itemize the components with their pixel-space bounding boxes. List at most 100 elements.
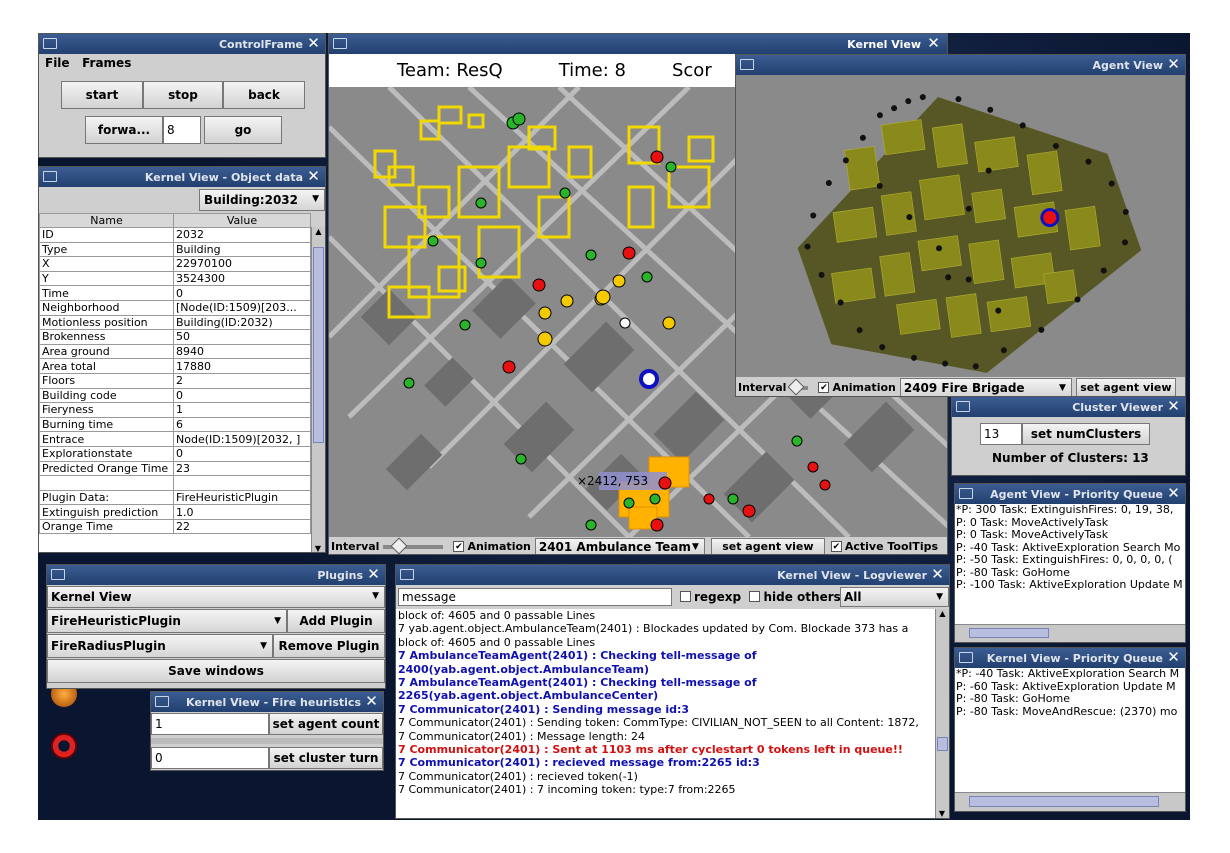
- window-menu-icon[interactable]: [959, 652, 973, 663]
- agent-priority-list[interactable]: *P: 300 Task: ExtinguishFires: 0, 19, 38…: [955, 504, 1185, 624]
- table-row[interactable]: Area total 17880: [39, 358, 311, 374]
- add-plugin-button[interactable]: Add Plugin: [287, 609, 385, 633]
- logviewer-titlebar[interactable]: Kernel View - Logviewer ✕: [396, 565, 949, 585]
- list-item[interactable]: P: 0 Task: MoveActivelyTask: [956, 528, 1185, 542]
- list-item[interactable]: P: -100 Task: AktiveExploration Update M: [956, 578, 1185, 592]
- log-scrollbar[interactable]: ▲ ▼: [935, 609, 949, 818]
- agent-priority-queue-titlebar[interactable]: Agent View - Priority Queue ✕: [955, 484, 1185, 504]
- window-menu-icon[interactable]: [956, 401, 970, 412]
- set-agent-view-button[interactable]: set agent view: [710, 537, 825, 554]
- slider-thumb-icon[interactable]: [787, 378, 805, 395]
- agent-count-input[interactable]: 1: [151, 713, 269, 735]
- table-row[interactable]: Plugin Data: FireHeuristicPlugin: [39, 489, 311, 506]
- plugin-view-select[interactable]: Kernel View ▼: [47, 586, 385, 608]
- window-menu-icon[interactable]: [400, 569, 414, 580]
- col-value-header[interactable]: Value: [173, 213, 311, 228]
- object-select[interactable]: Building:2032 ▼: [199, 189, 325, 211]
- hide-others-checkbox[interactable]: [749, 591, 761, 602]
- table-row[interactable]: Building code 0: [39, 387, 311, 404]
- set-cluster-turn-button[interactable]: set cluster turn: [269, 747, 383, 769]
- scroll-up-icon[interactable]: ▲: [936, 609, 949, 618]
- cluster-viewer-titlebar[interactable]: Cluster Viewer ✕: [952, 397, 1185, 417]
- log-level-select[interactable]: All ▼: [840, 587, 949, 607]
- horizontal-scrollbar[interactable]: [955, 624, 1185, 642]
- list-item[interactable]: *P: -40 Task: AktiveExploration Search M: [956, 668, 1185, 681]
- object-data-titlebar[interactable]: Kernel View - Object data ✕: [39, 167, 325, 187]
- table-row[interactable]: Type Building: [39, 241, 311, 258]
- kernel-view-titlebar[interactable]: Kernel View ✕: [329, 34, 947, 54]
- plugin-add-select[interactable]: FireHeuristicPlugin ▼: [47, 609, 287, 633]
- kernel-priority-list[interactable]: *P: -40 Task: AktiveExploration Search M…: [955, 668, 1185, 792]
- plugin-remove-select[interactable]: FireRadiusPlugin ▼: [47, 634, 273, 658]
- table-row[interactable]: Explorationstate 0: [39, 445, 311, 462]
- table-row[interactable]: Y 3524300: [39, 270, 311, 287]
- animation-checkbox[interactable]: ✔: [453, 541, 465, 552]
- log-filter-input[interactable]: message: [398, 588, 672, 606]
- opera-app-icon[interactable]: [51, 733, 77, 759]
- close-icon[interactable]: ✕: [305, 168, 322, 185]
- table-row[interactable]: Time 0: [39, 285, 311, 301]
- window-menu-icon[interactable]: [333, 38, 347, 49]
- log-output[interactable]: block of: 4605 and 0 passable Lines 7 yab…: [396, 609, 935, 818]
- close-icon[interactable]: ✕: [1165, 649, 1182, 666]
- col-name-header[interactable]: Name: [39, 213, 174, 228]
- table-row[interactable]: Extinguish prediction 1.0: [39, 504, 311, 520]
- close-icon[interactable]: ✕: [1165, 398, 1182, 415]
- list-item[interactable]: P: -80 Task: GoHome: [956, 692, 1185, 706]
- table-row[interactable]: [39, 475, 311, 491]
- table-row[interactable]: Motionless position Building(ID:2032): [39, 314, 311, 331]
- fire-heuristics-titlebar[interactable]: Kernel View - Fire heuristics ✕: [151, 692, 383, 712]
- forward-button[interactable]: forwa...: [85, 116, 163, 144]
- close-icon[interactable]: ✕: [365, 566, 382, 583]
- window-menu-icon[interactable]: [51, 569, 65, 580]
- num-clusters-input[interactable]: 13: [980, 423, 1022, 445]
- save-windows-button[interactable]: Save windows: [47, 659, 385, 683]
- interval-slider[interactable]: [787, 378, 809, 395]
- scroll-down-icon[interactable]: ▼: [936, 809, 948, 818]
- remove-plugin-button[interactable]: Remove Plugin: [273, 634, 385, 658]
- list-item[interactable]: *P: 300 Task: ExtinguishFires: 0, 19, 38…: [956, 504, 1185, 517]
- horizontal-scrollbar[interactable]: [955, 792, 1185, 811]
- set-agent-count-button[interactable]: set agent count: [269, 713, 383, 735]
- stop-button[interactable]: stop: [143, 81, 223, 109]
- animation-checkbox[interactable]: ✔: [818, 382, 830, 393]
- agent-select[interactable]: 2409 Fire Brigade ▼: [899, 378, 1072, 396]
- table-row[interactable]: ID 2032: [39, 227, 311, 243]
- table-row[interactable]: Neighborhood [Node(ID:1509)[203...: [39, 299, 311, 316]
- table-row[interactable]: Burning time 6: [39, 416, 311, 433]
- slider-thumb-icon[interactable]: [390, 537, 408, 554]
- list-item[interactable]: P: -50 Task: ExtinguishFires: 0, 0, 0, 0…: [956, 553, 1185, 567]
- scroll-thumb[interactable]: [937, 737, 948, 751]
- close-icon[interactable]: ✕: [925, 35, 942, 52]
- window-menu-icon[interactable]: [43, 38, 57, 49]
- active-tooltips-checkbox[interactable]: ✔: [830, 541, 842, 552]
- agent-view-titlebar[interactable]: Agent View ✕: [736, 55, 1185, 75]
- close-icon[interactable]: ✕: [1165, 56, 1182, 73]
- window-menu-icon[interactable]: [43, 171, 57, 182]
- menu-file[interactable]: File: [45, 56, 70, 70]
- menu-frames[interactable]: Frames: [82, 56, 131, 70]
- close-icon[interactable]: ✕: [305, 35, 322, 52]
- set-num-clusters-button[interactable]: set numClusters: [1022, 423, 1150, 445]
- table-row[interactable]: Entrace Node(ID:1509)[2032, ]: [39, 431, 311, 447]
- scroll-thumb[interactable]: [313, 247, 324, 443]
- close-icon[interactable]: ✕: [1165, 485, 1182, 502]
- step-input[interactable]: 8: [163, 116, 201, 144]
- list-item[interactable]: P: -80 Task: MoveAndRescue: (2370) mo: [956, 705, 1185, 719]
- cluster-turn-input[interactable]: 0: [151, 747, 269, 769]
- interval-slider[interactable]: [383, 537, 444, 554]
- scroll-thumb[interactable]: [969, 628, 1049, 638]
- table-row[interactable]: Area ground 8940: [39, 343, 311, 360]
- control-frame-titlebar[interactable]: ControlFrame ✕: [39, 34, 325, 54]
- agent-select[interactable]: 2401 Ambulance Team ▼: [534, 537, 705, 554]
- back-button[interactable]: back: [223, 81, 305, 109]
- window-menu-icon[interactable]: [155, 696, 169, 707]
- go-button[interactable]: go: [204, 116, 282, 144]
- table-row[interactable]: Floors 2: [39, 372, 311, 389]
- table-row[interactable]: X 22970100: [39, 256, 311, 272]
- table-row[interactable]: Predicted Orange Time 23: [39, 460, 311, 477]
- kernel-priority-queue-titlebar[interactable]: Kernel View - Priority Queue ✕: [955, 648, 1185, 668]
- agent-map[interactable]: [736, 75, 1186, 377]
- window-menu-icon[interactable]: [959, 488, 973, 499]
- plugins-titlebar[interactable]: Plugins ✕: [47, 565, 385, 585]
